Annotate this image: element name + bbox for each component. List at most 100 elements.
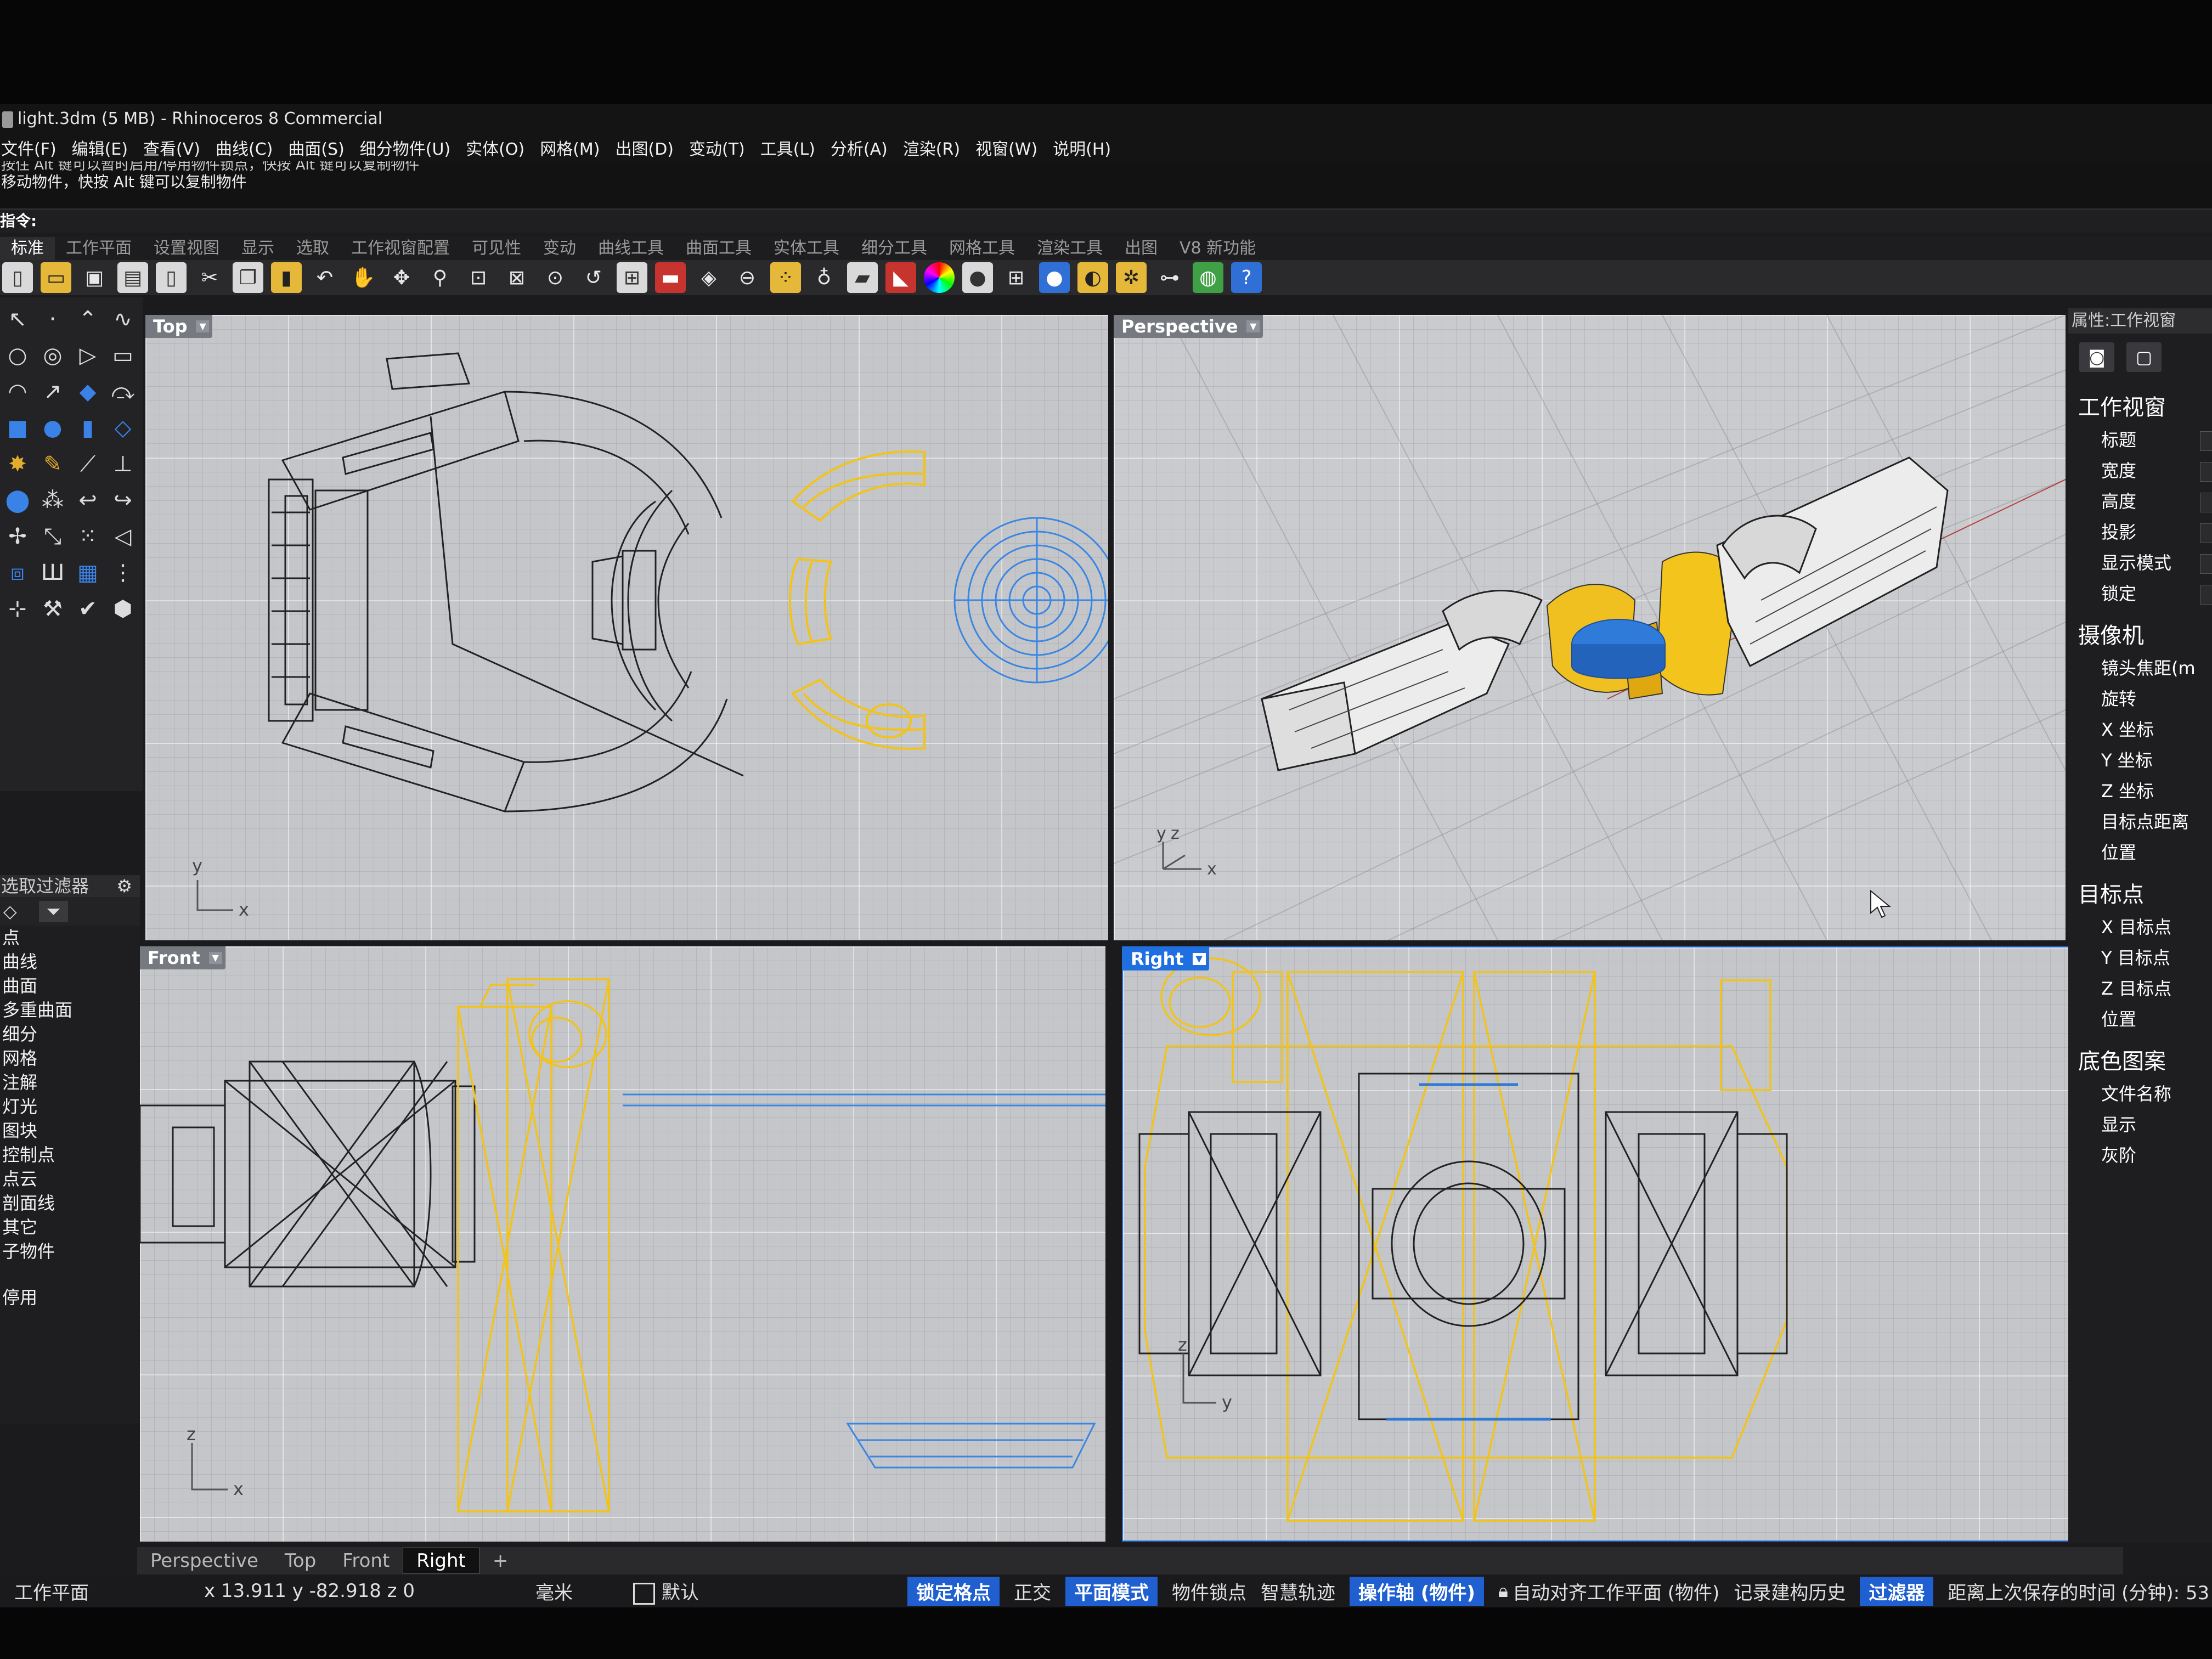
prop-field[interactable] [2200, 554, 2212, 574]
tab-surface-tools[interactable]: 曲面工具 [675, 237, 763, 260]
color-wheel-icon[interactable] [924, 262, 955, 293]
filter-item-hatch[interactable]: 剖面线 [0, 1191, 140, 1215]
prop-field[interactable] [2200, 431, 2212, 451]
split-icon[interactable]: ⟋ [74, 450, 102, 478]
toggle-filter[interactable]: 过滤器 [1860, 1576, 1934, 1606]
select-arrow-icon[interactable]: ↖ [3, 305, 32, 334]
menu-edit[interactable]: 编辑(E) [72, 136, 128, 160]
render-sphere-icon[interactable]: ● [962, 262, 993, 293]
tab-select[interactable]: 选取 [285, 237, 340, 260]
tab-drafting[interactable]: 出图 [1114, 237, 1169, 260]
menu-drafting[interactable]: 出图(D) [616, 136, 674, 160]
ellipse-icon[interactable]: ◎ [38, 341, 67, 370]
menu-solid[interactable]: 实体(O) [466, 136, 524, 160]
rendered-icon[interactable]: ◐ [1077, 262, 1108, 293]
scale-icon[interactable]: ⤡ [38, 522, 67, 551]
filter-item-point-cloud[interactable]: 点云 [0, 1167, 140, 1191]
viewport-tab-right[interactable]: Right [403, 1548, 479, 1574]
select-points-icon[interactable]: ⁘ [770, 262, 801, 293]
tab-cplanes[interactable]: 工作平面 [55, 237, 143, 260]
filter-item-subobject[interactable]: 子物件 [0, 1239, 140, 1263]
tab-render-tools[interactable]: 渲染工具 [1026, 237, 1114, 260]
osnap-icon[interactable]: ⊖ [732, 262, 763, 293]
filter-item-curve[interactable]: 曲线 [0, 950, 140, 974]
menu-render[interactable]: 渲染(R) [903, 136, 960, 160]
four-viewports-icon[interactable]: ⊞ [617, 262, 647, 293]
settings-gear-icon[interactable]: ✲ [1116, 262, 1147, 293]
cut-icon[interactable]: ✂ [194, 262, 225, 293]
add-viewport-tab-icon[interactable]: + [479, 1548, 522, 1573]
explode-icon[interactable]: ✸ [3, 450, 32, 478]
viewport-frame-icon[interactable]: ▢ [2126, 342, 2162, 372]
chevron-down-icon[interactable]: ▼ [1246, 320, 1260, 332]
zoom-window-icon[interactable]: ⊡ [463, 262, 494, 293]
tab-mesh-tools[interactable]: 网格工具 [938, 237, 1026, 260]
curve-icon[interactable]: ∿ [109, 305, 137, 334]
menu-subd[interactable]: 细分物件(U) [360, 136, 450, 160]
filter-item-mesh[interactable]: 网格 [0, 1046, 140, 1070]
toggle-smarttrack[interactable]: 智慧轨迹 [1261, 1578, 1335, 1605]
chevron-down-icon[interactable]: ▼ [208, 952, 222, 964]
chevron-down-icon[interactable]: ▼ [196, 320, 210, 332]
filter-disable[interactable]: 停用 [0, 1285, 140, 1310]
filter-item-surface[interactable]: 曲面 [0, 974, 140, 998]
text-icon[interactable]: Ш [38, 558, 67, 587]
point-icon[interactable]: · [38, 305, 67, 334]
zoom-extents-icon[interactable]: ⊠ [501, 262, 532, 293]
cplane-label[interactable]: 工作平面 [14, 1578, 89, 1605]
prop-label[interactable]: 位置 [2101, 842, 2136, 863]
viewport-label-perspective[interactable]: Perspective ▼ [1114, 315, 1263, 338]
menu-window[interactable]: 视窗(W) [975, 136, 1037, 160]
camera-icon[interactable]: ◙ [2079, 342, 2114, 372]
print-icon[interactable]: ▤ [117, 262, 148, 293]
tab-solid-tools[interactable]: 实体工具 [763, 237, 850, 260]
tab-v8-new[interactable]: V8 新功能 [1169, 237, 1267, 260]
chevron-down-icon[interactable]: ▼ [1192, 953, 1206, 965]
pan-icon[interactable]: ✋ [348, 262, 379, 293]
viewport-label-right[interactable]: Right ▼ [1123, 947, 1209, 970]
save-icon[interactable]: ▣ [79, 262, 110, 293]
grid-icon[interactable]: ⊞ [1001, 262, 1031, 293]
move-icon[interactable]: ✢ [3, 522, 32, 551]
menu-file[interactable]: 文件(F) [1, 136, 57, 160]
viewport-perspective[interactable]: y z x Perspective ▼ [1114, 315, 2066, 940]
boolean-icon[interactable]: ⬤ [3, 486, 32, 515]
arc-icon[interactable]: ◠ [3, 377, 32, 406]
gear-icon[interactable]: ⚙ [116, 875, 132, 897]
tab-set-view[interactable]: 设置视图 [143, 237, 230, 260]
zoom-icon[interactable]: ⚲ [425, 262, 455, 293]
toggle-grid-snap[interactable]: 锁定格点 [907, 1576, 1000, 1606]
transform-icon[interactable]: ⊹ [3, 595, 32, 623]
prop-label[interactable]: 位置 [2101, 1009, 2136, 1030]
polyline-icon[interactable]: ⌃ [74, 305, 102, 334]
shaded-sphere-icon[interactable]: ● [1039, 262, 1070, 293]
mirror-icon[interactable]: ◁ [109, 522, 137, 551]
analyze-icon[interactable]: ⋮ [109, 558, 137, 587]
menu-help[interactable]: 说明(H) [1053, 136, 1111, 160]
viewport-tab-front[interactable]: Front [329, 1548, 403, 1573]
menu-tools[interactable]: 工具(L) [760, 136, 815, 160]
offset-icon[interactable]: ⤼ [109, 377, 137, 406]
menu-surface[interactable]: 曲面(S) [288, 136, 344, 160]
light-icon[interactable]: ♁ [809, 262, 839, 293]
prop-field[interactable] [2200, 585, 2212, 605]
import-icon[interactable]: ▯ [156, 262, 187, 293]
tab-viewport-layout[interactable]: 工作视窗配置 [340, 237, 461, 260]
blend-icon[interactable]: ↪ [109, 486, 137, 515]
chamfer-icon[interactable]: ↩ [74, 486, 102, 515]
toggle-gumball[interactable]: 操作轴 (物件) [1349, 1576, 1484, 1606]
command-prompt[interactable]: 指令: [0, 208, 2212, 233]
layer-indicator[interactable]: 默认 [633, 1577, 699, 1605]
units-label[interactable]: 毫米 [535, 1578, 573, 1605]
filter-item-control-point[interactable]: 控制点 [0, 1143, 140, 1167]
tab-curve-tools[interactable]: 曲线工具 [587, 237, 675, 260]
trim-icon[interactable]: ✎ [38, 450, 67, 478]
filter-item-other[interactable]: 其它 [0, 1215, 140, 1239]
prop-field[interactable] [2200, 523, 2212, 543]
viewport-tab-perspective[interactable]: Perspective [137, 1548, 272, 1573]
freeform-icon[interactable]: ↗ [38, 377, 67, 406]
viewport-front[interactable]: z x Front ▼ [140, 946, 1105, 1542]
array-icon[interactable]: ⁙ [74, 522, 102, 551]
prop-field[interactable] [2200, 462, 2212, 482]
menu-transform[interactable]: 变动(T) [689, 136, 745, 160]
